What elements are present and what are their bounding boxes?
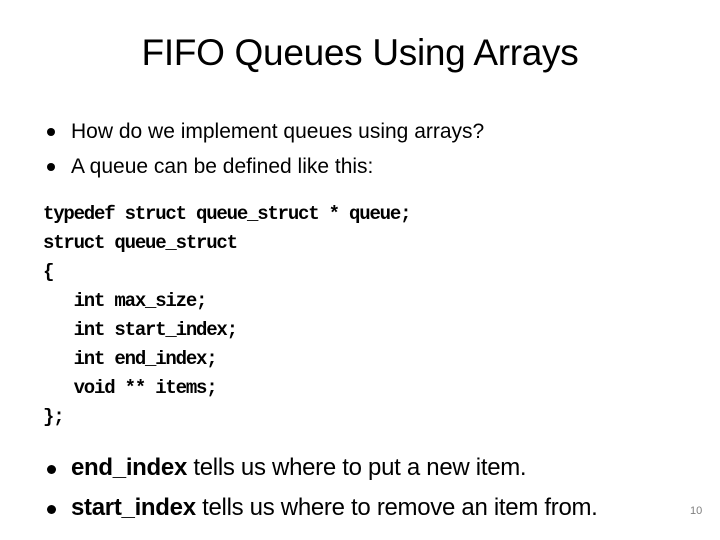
code-line: void ** items; <box>43 377 218 399</box>
page-number: 10 <box>690 505 703 517</box>
code-line: int end_index; <box>43 348 218 370</box>
code-line: struct queue_struct <box>43 232 238 254</box>
intro-bullet-list: How do we implement queues using arrays?… <box>44 114 484 184</box>
bullet-text: A queue can be defined like this: <box>71 155 374 178</box>
code-block: typedef struct queue_struct * queue; stru… <box>43 200 411 432</box>
bullet-item: A queue can be defined like this: <box>44 149 484 184</box>
code-line: }; <box>43 406 65 428</box>
bullet-dot-icon <box>47 465 56 474</box>
code-line: int max_size; <box>43 290 208 312</box>
bullet-item: start_index tells us where to remove an … <box>44 488 598 528</box>
slide-title: FIFO Queues Using Arrays <box>141 32 579 73</box>
bullet-text: tells us where to put a new item. <box>187 454 527 481</box>
bullet-dot-icon <box>47 128 55 136</box>
bullet-text: tells us where to remove an item from. <box>195 494 598 521</box>
bullet-keyword: start_index <box>71 494 196 521</box>
bullet-dot-icon <box>47 505 56 514</box>
slide: FIFO Queues Using Arrays How do we imple… <box>0 0 720 540</box>
bullet-dot-icon <box>47 163 55 171</box>
code-line: int start_index; <box>43 319 238 341</box>
bullet-text: How do we implement queues using arrays? <box>71 120 485 143</box>
bullet-item: How do we implement queues using arrays? <box>44 114 484 149</box>
bullet-item: end_index tells us where to put a new it… <box>44 448 598 488</box>
bullet-keyword: end_index <box>71 454 187 481</box>
explanation-bullet-list: end_index tells us where to put a new it… <box>44 448 598 528</box>
code-line: { <box>43 261 54 283</box>
code-line: typedef struct queue_struct * queue; <box>43 203 411 225</box>
